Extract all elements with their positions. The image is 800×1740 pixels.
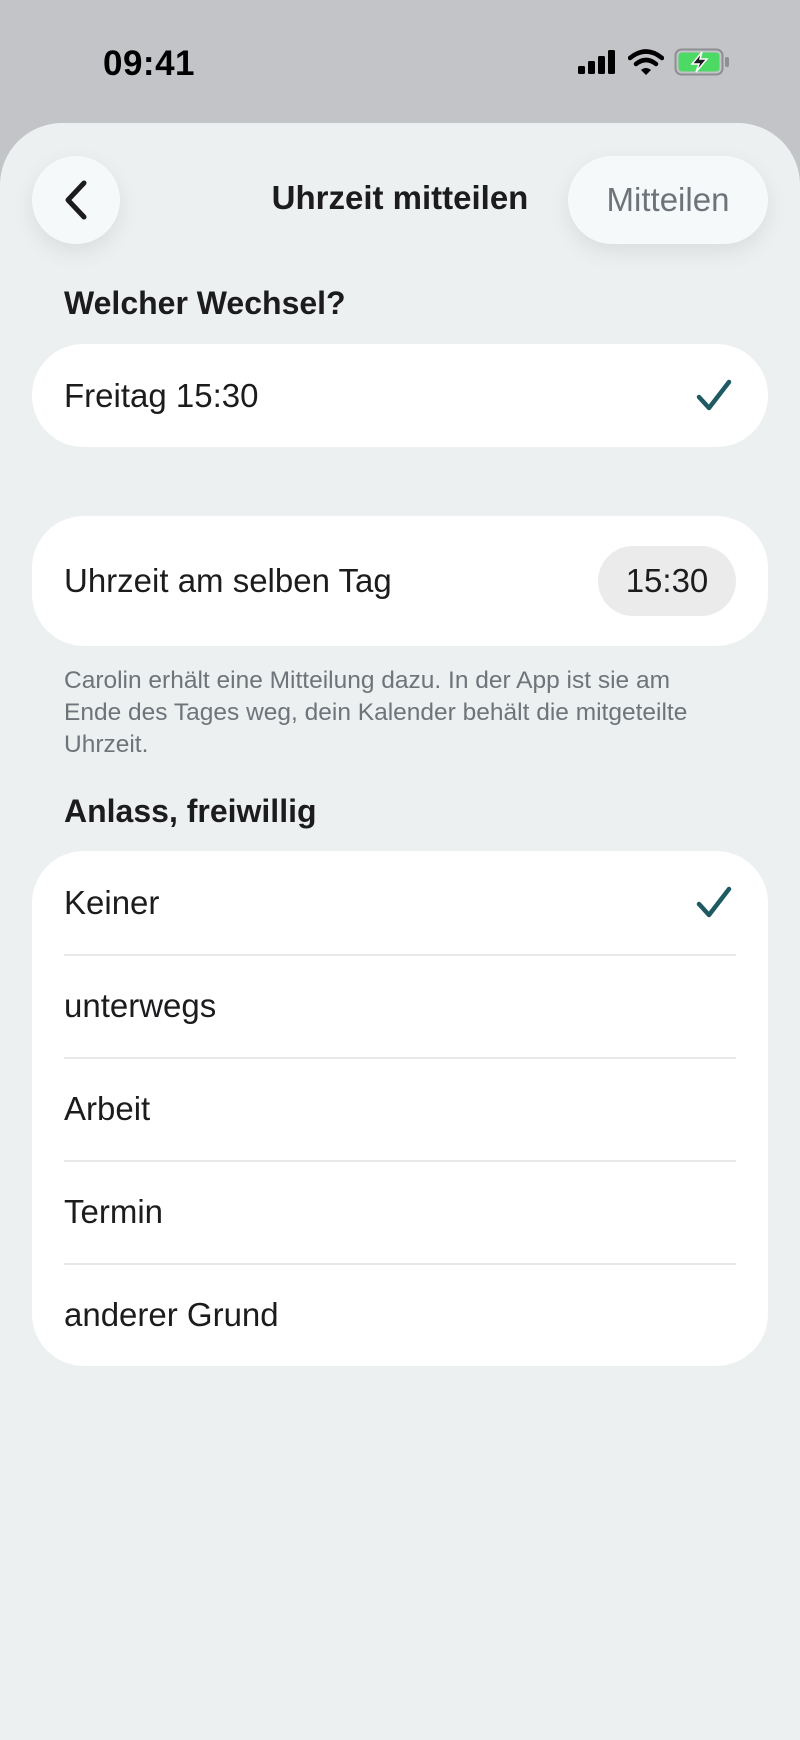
change-option-label: Freitag 15:30 xyxy=(64,376,259,414)
reason-option-label: Keiner xyxy=(64,883,160,921)
reason-option-keiner[interactable]: Keiner xyxy=(32,851,768,954)
time-picker[interactable]: 15:30 xyxy=(598,546,736,616)
time-footnote: Carolin erhält eine Mitteilung dazu. In … xyxy=(64,667,688,758)
battery-charging-icon xyxy=(674,48,729,76)
status-time: 09:41 xyxy=(103,44,196,83)
status-bar: 09:41 xyxy=(0,0,800,124)
change-card: Freitag 15:30 xyxy=(32,344,768,447)
checkmark-icon xyxy=(696,886,732,917)
section-label-reason: Anlass, freiwillig xyxy=(64,793,317,829)
checkmark-icon xyxy=(696,379,732,410)
time-card: Uhrzeit am selben Tag 15:30 xyxy=(32,516,768,646)
change-option[interactable]: Freitag 15:30 xyxy=(32,344,768,447)
reason-option-label: Termin xyxy=(64,1192,164,1230)
section-label-change: Welcher Wechsel? xyxy=(64,285,346,321)
time-row[interactable]: Uhrzeit am selben Tag 15:30 xyxy=(32,516,768,646)
reason-option-label: Arbeit xyxy=(64,1089,151,1127)
wifi-icon xyxy=(628,49,664,75)
time-row-label: Uhrzeit am selben Tag xyxy=(64,562,392,599)
reason-option-label: unterwegs xyxy=(64,986,217,1024)
reason-option-anderer-grund[interactable]: anderer Grund xyxy=(32,1263,768,1366)
reason-card: Keiner unterwegs Arbeit Termin anderer G… xyxy=(32,851,768,1366)
reason-option-label: anderer Grund xyxy=(64,1295,279,1333)
reason-option-unterwegs[interactable]: unterwegs xyxy=(32,954,768,1057)
status-icons xyxy=(578,48,730,76)
signal-icon xyxy=(578,50,615,74)
reason-option-termin[interactable]: Termin xyxy=(32,1160,768,1263)
bottom-sheet: Uhrzeit mitteilen Mitteilen Welcher Wech… xyxy=(0,123,800,1740)
submit-button[interactable]: Mitteilen xyxy=(568,156,768,244)
reason-option-arbeit[interactable]: Arbeit xyxy=(32,1057,768,1160)
